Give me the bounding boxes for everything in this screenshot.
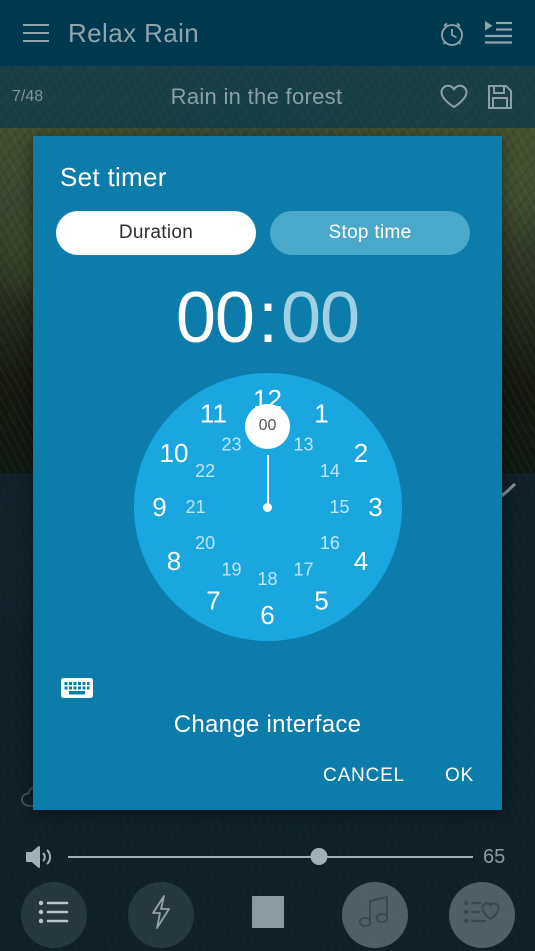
clock-hour-6[interactable]: 6	[251, 598, 285, 632]
ok-button[interactable]: OK	[441, 759, 478, 793]
clock-picker[interactable]: 121234567891011001314151617181920212223 …	[133, 373, 402, 641]
volume-value: 65	[483, 845, 506, 868]
hamburger-menu-icon[interactable]	[14, 11, 58, 55]
clock-hour-20[interactable]: 20	[188, 526, 222, 560]
clock-hour-18[interactable]: 18	[251, 562, 285, 596]
clock-hour-15[interactable]: 15	[323, 490, 357, 524]
clock-center-dot	[263, 502, 272, 512]
floppy-save-icon[interactable]	[477, 74, 523, 120]
timer-mode-tabs: Duration Stop time	[56, 211, 502, 255]
music-note-icon	[358, 894, 392, 935]
bottom-navigation	[0, 878, 535, 951]
clock-hour-17[interactable]: 17	[287, 552, 321, 586]
clock-hour-3[interactable]: 3	[359, 490, 393, 524]
clock-hour-2[interactable]: 2	[344, 436, 378, 470]
clock-hour-9[interactable]: 9	[143, 490, 177, 524]
dialog-actions: CANCEL OK	[319, 759, 478, 793]
lightning-bolt-icon	[148, 894, 174, 935]
volume-knob[interactable]	[310, 848, 328, 865]
tab-duration[interactable]: Duration	[56, 211, 256, 255]
clock-hand	[266, 455, 269, 507]
clock-hour-11[interactable]: 11	[197, 396, 231, 430]
set-timer-dialog: Set timer Duration Stop time 00 : 00 12 1…	[33, 136, 502, 810]
clock-selected-value: 00	[245, 403, 290, 449]
volume-row: 65	[0, 833, 535, 881]
music-button[interactable]	[341, 881, 408, 948]
track-counter: 7/48	[12, 88, 44, 105]
app-bar: Relax Rain	[0, 0, 535, 66]
track-info-bar: 7/48 Rain in the forest	[0, 66, 535, 128]
clock-hour-21[interactable]: 21	[179, 490, 213, 524]
clock-hour-8[interactable]: 8	[157, 544, 191, 578]
cancel-button[interactable]: CANCEL	[319, 759, 409, 793]
clock-hour-7[interactable]: 7	[197, 584, 231, 618]
change-interface-label[interactable]: Change interface	[33, 711, 502, 739]
clock-hour-14[interactable]: 14	[313, 454, 347, 488]
track-title: Rain in the forest	[170, 84, 343, 109]
volume-slider[interactable]	[68, 845, 473, 869]
tab-stop-time[interactable]: Stop time	[270, 211, 470, 255]
alarm-clock-icon[interactable]	[429, 10, 475, 56]
stop-square-icon	[250, 894, 286, 935]
list-heart-icon	[463, 897, 501, 932]
clock-hour-1[interactable]: 1	[305, 396, 339, 430]
clock-hour-23[interactable]: 23	[215, 428, 249, 462]
stop-button[interactable]	[235, 882, 301, 948]
time-separator: :	[257, 278, 278, 358]
time-display: 00 : 00	[33, 277, 502, 359]
playlist-icon[interactable]	[475, 10, 521, 56]
dialog-title: Set timer	[60, 162, 167, 192]
keyboard-icon[interactable]	[59, 673, 95, 703]
speaker-volume-icon[interactable]	[16, 834, 62, 880]
app-title: Relax Rain	[68, 17, 200, 48]
bullet-list-icon	[37, 898, 71, 931]
clock-hour-5[interactable]: 5	[305, 584, 339, 618]
volume-rail	[68, 856, 473, 858]
favorites-button[interactable]	[448, 881, 515, 948]
heart-outline-icon[interactable]	[431, 74, 477, 120]
clock-hour-10[interactable]: 10	[157, 436, 191, 470]
effects-button[interactable]	[127, 881, 194, 948]
clock-hour-4[interactable]: 4	[344, 544, 378, 578]
hours-field[interactable]: 00	[176, 277, 255, 359]
minutes-field[interactable]: 00	[281, 277, 360, 359]
list-button[interactable]	[20, 881, 87, 948]
